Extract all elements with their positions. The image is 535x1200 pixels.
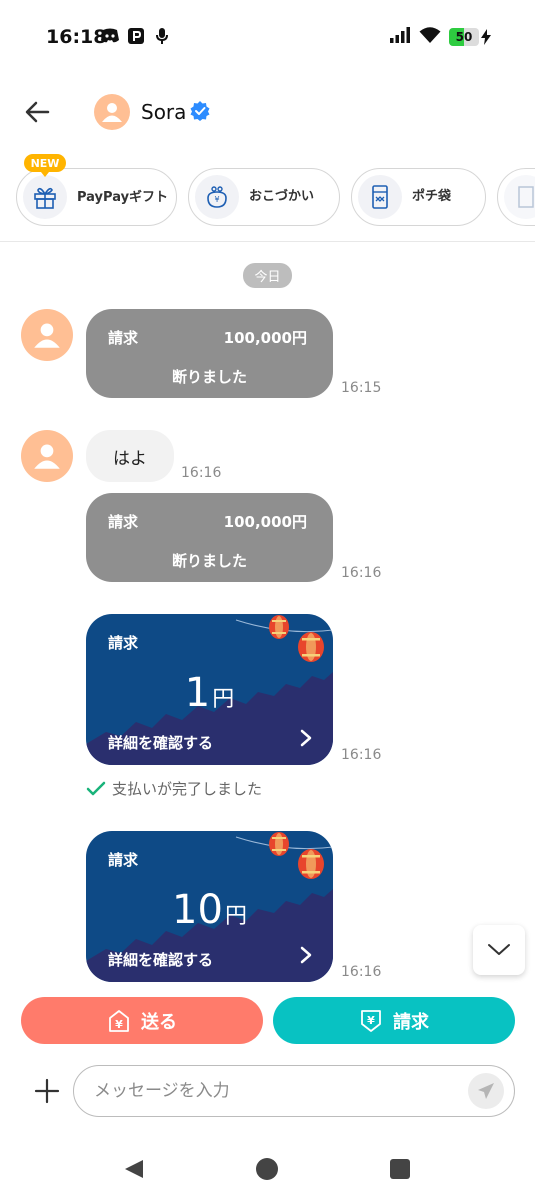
shortcut-allowance[interactable]: ¥ おこづかい bbox=[188, 168, 340, 226]
scroll-to-bottom-button[interactable] bbox=[473, 925, 525, 975]
chevron-down-icon bbox=[488, 944, 510, 955]
svg-text:¥: ¥ bbox=[115, 1018, 123, 1031]
request-label: 請求 bbox=[108, 513, 139, 531]
message-time: 16:16 bbox=[341, 747, 382, 763]
status-notification-icons bbox=[100, 26, 172, 46]
request-card[interactable]: 請求 10円 詳細を確認する bbox=[86, 831, 333, 982]
charging-bolt-icon bbox=[481, 29, 491, 45]
svg-text:¥: ¥ bbox=[367, 1014, 375, 1027]
request-label: 請求 bbox=[108, 851, 139, 869]
paypay-icon bbox=[126, 26, 146, 46]
lantern-icon bbox=[298, 849, 324, 879]
attach-button[interactable] bbox=[32, 1076, 62, 1106]
battery-level: 50 bbox=[455, 30, 473, 44]
request-status: 断りました bbox=[171, 368, 247, 386]
contact-name[interactable]: Sora bbox=[141, 100, 186, 124]
declined-request-bubble[interactable]: 請求 100,000円 断りました bbox=[86, 493, 333, 582]
shortcut-label: おこづかい bbox=[249, 189, 315, 204]
person-icon bbox=[34, 323, 60, 348]
signal-icon bbox=[389, 26, 411, 48]
message-time: 16:16 bbox=[341, 565, 382, 581]
declined-request-bubble[interactable]: 請求 100,000円 断りました bbox=[86, 309, 333, 398]
date-separator: 今日 bbox=[243, 263, 292, 288]
nav-back-icon[interactable] bbox=[123, 1158, 145, 1180]
coin-purse-icon: ¥ bbox=[195, 175, 239, 219]
shortcut-chips: PayPayギフト ¥ おこづかい ポチ袋 bbox=[16, 168, 535, 228]
document-icon bbox=[504, 175, 535, 219]
arrow-left-icon bbox=[25, 101, 50, 123]
request-amount: 1円 bbox=[184, 670, 235, 716]
back-button[interactable] bbox=[22, 96, 54, 128]
sender-avatar[interactable] bbox=[21, 309, 73, 361]
chevron-right-icon bbox=[300, 946, 312, 964]
payment-complete-status: 支払いが完了しました bbox=[86, 778, 262, 799]
plus-icon bbox=[34, 1078, 60, 1104]
contact-avatar[interactable] bbox=[94, 94, 130, 130]
status-time: 16:18 bbox=[46, 26, 107, 48]
shortcut-label: ポチ袋 bbox=[412, 189, 452, 204]
yen-box-icon: ¥ bbox=[361, 1009, 381, 1032]
nav-home-icon[interactable] bbox=[256, 1158, 278, 1180]
checkmark-icon bbox=[86, 781, 106, 795]
sender-avatar[interactable] bbox=[21, 430, 73, 482]
message-time: 16:16 bbox=[181, 465, 222, 481]
discord-icon bbox=[100, 26, 120, 46]
yen-box-icon: ¥ bbox=[109, 1009, 129, 1032]
request-amount: 100,000円 bbox=[223, 329, 307, 347]
request-label: 請求 bbox=[108, 634, 139, 652]
nav-recents-icon[interactable] bbox=[390, 1159, 410, 1179]
lantern-icon bbox=[298, 632, 324, 662]
status-bar: 16:18 50 bbox=[0, 0, 535, 76]
new-badge: NEW bbox=[24, 154, 66, 177]
send-money-label: 送る bbox=[141, 1011, 177, 1033]
view-details-link[interactable]: 詳細を確認する bbox=[108, 732, 213, 753]
send-money-button[interactable]: ¥ 送る bbox=[21, 997, 263, 1044]
envelope-icon bbox=[358, 175, 402, 219]
view-details-link[interactable]: 詳細を確認する bbox=[108, 949, 213, 970]
message-input-container bbox=[73, 1065, 515, 1117]
header-divider bbox=[0, 241, 535, 242]
microphone-icon bbox=[152, 26, 172, 46]
system-navigation-bar bbox=[0, 1140, 535, 1200]
shortcut-more[interactable] bbox=[497, 168, 535, 226]
paper-plane-icon bbox=[478, 1083, 494, 1099]
status-system-icons: 50 bbox=[389, 26, 491, 48]
request-money-button[interactable]: ¥ 請求 bbox=[273, 997, 515, 1044]
request-status: 断りました bbox=[171, 552, 247, 570]
chevron-right-icon bbox=[300, 729, 312, 747]
person-icon bbox=[102, 103, 122, 122]
request-label: 請求 bbox=[108, 329, 139, 347]
message-time: 16:15 bbox=[341, 380, 382, 396]
wifi-icon bbox=[419, 26, 441, 48]
shortcut-pochi-bag[interactable]: ポチ袋 bbox=[351, 168, 486, 226]
request-amount: 100,000円 bbox=[223, 513, 307, 531]
shortcut-label: PayPayギフト bbox=[77, 190, 169, 205]
request-amount: 10円 bbox=[172, 887, 247, 933]
verified-badge-icon bbox=[190, 101, 210, 121]
message-time: 16:16 bbox=[341, 964, 382, 980]
request-money-label: 請求 bbox=[393, 1011, 429, 1033]
send-message-button[interactable] bbox=[468, 1073, 504, 1109]
battery-indicator: 50 bbox=[449, 28, 491, 46]
chat-header: Sora bbox=[0, 86, 535, 138]
payment-complete-text: 支払いが完了しました bbox=[112, 780, 263, 798]
svg-text:¥: ¥ bbox=[214, 195, 219, 204]
gift-icon bbox=[23, 175, 67, 219]
text-message-bubble[interactable]: はよ bbox=[86, 430, 174, 482]
lantern-icon bbox=[269, 832, 289, 856]
message-input[interactable] bbox=[94, 1066, 454, 1115]
person-icon bbox=[34, 444, 60, 469]
request-card[interactable]: 請求 1円 詳細を確認する bbox=[86, 614, 333, 765]
lantern-icon bbox=[269, 615, 289, 639]
